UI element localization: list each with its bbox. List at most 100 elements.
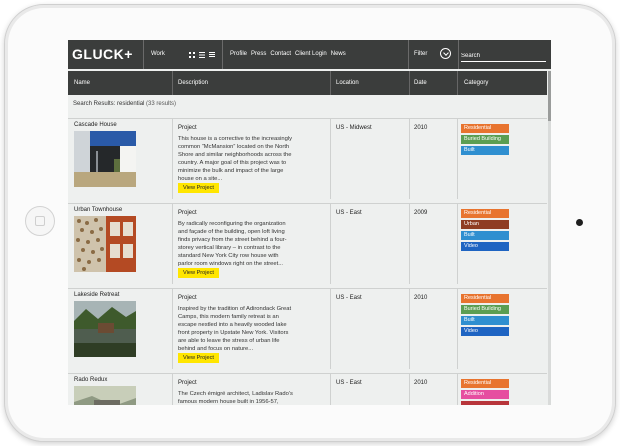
- category-tag[interactable]: Urban: [461, 220, 509, 229]
- view-project-button[interactable]: View Project: [178, 353, 219, 363]
- project-location: US - East: [336, 210, 362, 216]
- divider: [457, 204, 458, 284]
- category-tag[interactable]: [461, 401, 509, 405]
- view-project-button[interactable]: View Project: [178, 268, 219, 278]
- project-date: 2010: [414, 295, 428, 301]
- results-label: Search Results: residential: [73, 101, 145, 107]
- project-thumbnail[interactable]: [74, 216, 136, 272]
- chevron-down-icon[interactable]: [440, 48, 451, 59]
- project-name[interactable]: Urban Townhouse: [74, 207, 122, 213]
- project-thumbnail[interactable]: [74, 131, 136, 187]
- grid-view-icon[interactable]: [189, 52, 195, 58]
- divider: [172, 289, 173, 369]
- divider: [222, 40, 223, 69]
- project-type: Project: [178, 380, 197, 386]
- table-row[interactable]: Lakeside Retreat Project Inspired by the…: [68, 288, 547, 369]
- camera-icon: [576, 219, 583, 226]
- nav-contact[interactable]: Contact: [270, 40, 291, 69]
- column-location[interactable]: Location: [336, 71, 359, 95]
- project-location: US - East: [336, 380, 362, 386]
- category-tag[interactable]: Video: [461, 242, 509, 251]
- column-date[interactable]: Date: [414, 71, 427, 95]
- column-description[interactable]: Description: [178, 71, 208, 95]
- table-row[interactable]: Rado Redux Project The Czech émigré arch…: [68, 373, 547, 405]
- column-name[interactable]: Name: [74, 71, 90, 95]
- divider: [408, 40, 409, 69]
- nav-press[interactable]: Press: [251, 40, 266, 69]
- site-logo[interactable]: GLUCK+: [68, 40, 144, 69]
- category-tag[interactable]: Residential: [461, 379, 509, 388]
- project-thumbnail[interactable]: [74, 301, 136, 357]
- table-header: Name Description Location Date Category: [68, 71, 547, 95]
- category-tag[interactable]: Built: [461, 231, 509, 240]
- view-toggle: [189, 52, 215, 58]
- category-tag[interactable]: Built: [461, 316, 509, 325]
- category-tag[interactable]: Residential: [461, 209, 509, 218]
- table-row[interactable]: Cascade House Project This house is a co…: [68, 118, 547, 199]
- column-category[interactable]: Category: [464, 71, 488, 95]
- project-name[interactable]: Rado Redux: [74, 377, 107, 383]
- divider: [409, 119, 410, 199]
- project-description: Inspired by the tradition of Adirondack …: [178, 306, 292, 353]
- project-type: Project: [178, 125, 197, 131]
- category-tags: Residential Urban Built Video: [461, 209, 509, 251]
- scrollbar-thumb[interactable]: [548, 71, 551, 121]
- divider: [409, 289, 410, 369]
- divider: [330, 204, 331, 284]
- project-location: US - East: [336, 295, 362, 301]
- filter-label[interactable]: Filter: [414, 40, 427, 69]
- project-location: US - Midwest: [336, 125, 372, 131]
- work-menu[interactable]: Work: [151, 40, 165, 69]
- divider: [330, 289, 331, 369]
- view-project-button[interactable]: View Project: [178, 183, 219, 193]
- divider: [457, 71, 458, 95]
- project-description: This house is a corrective to the increa…: [178, 136, 293, 183]
- scrollbar[interactable]: [548, 71, 551, 405]
- top-navigation-bar: GLUCK+ Work Profile Press Contact Client…: [68, 40, 551, 69]
- category-tag[interactable]: Addition: [461, 390, 509, 399]
- main-nav: Profile Press Contact Client Login News: [230, 40, 346, 69]
- divider: [409, 374, 410, 405]
- project-date: 2010: [414, 380, 428, 386]
- project-type: Project: [178, 210, 197, 216]
- project-description: By radically reconfiguring the organizat…: [178, 221, 287, 268]
- category-tags: Residential Buried Building Built Video: [461, 294, 509, 336]
- divider: [457, 289, 458, 369]
- nav-news[interactable]: News: [331, 40, 346, 69]
- home-square-icon: [35, 216, 45, 226]
- category-tag[interactable]: Video: [461, 327, 509, 336]
- project-name[interactable]: Cascade House: [74, 122, 117, 128]
- divider: [172, 71, 173, 95]
- home-button[interactable]: [25, 206, 55, 236]
- category-tag[interactable]: Buried Building: [461, 305, 509, 314]
- divider: [172, 374, 173, 405]
- search-input[interactable]: [461, 51, 546, 62]
- search-results-summary: Search Results: residential (33 results): [73, 101, 176, 107]
- category-tag[interactable]: Built: [461, 146, 509, 155]
- divider: [330, 71, 331, 95]
- list-view-icon[interactable]: [199, 52, 205, 58]
- nav-client-login[interactable]: Client Login: [295, 40, 327, 69]
- divider: [330, 119, 331, 199]
- category-tag[interactable]: Residential: [461, 124, 509, 133]
- screen: GLUCK+ Work Profile Press Contact Client…: [68, 40, 551, 405]
- divider: [409, 204, 410, 284]
- nav-profile[interactable]: Profile: [230, 40, 247, 69]
- project-description: The Czech émigré architect, Ladislav Rad…: [178, 391, 293, 405]
- divider: [172, 119, 173, 199]
- project-date: 2010: [414, 125, 428, 131]
- project-thumbnail[interactable]: [74, 386, 136, 405]
- divider: [457, 374, 458, 405]
- divider: [409, 71, 410, 95]
- category-tag[interactable]: Buried Building: [461, 135, 509, 144]
- divider: [457, 119, 458, 199]
- rows-view-icon[interactable]: [209, 52, 215, 58]
- divider: [458, 40, 459, 69]
- project-type: Project: [178, 295, 197, 301]
- category-tag[interactable]: Residential: [461, 294, 509, 303]
- table-row[interactable]: Urban Townhouse Project By radically rec…: [68, 203, 547, 284]
- category-tags: Residential Addition: [461, 379, 509, 405]
- category-tags: Residential Buried Building Built: [461, 124, 509, 155]
- divider: [172, 204, 173, 284]
- project-name[interactable]: Lakeside Retreat: [74, 292, 119, 298]
